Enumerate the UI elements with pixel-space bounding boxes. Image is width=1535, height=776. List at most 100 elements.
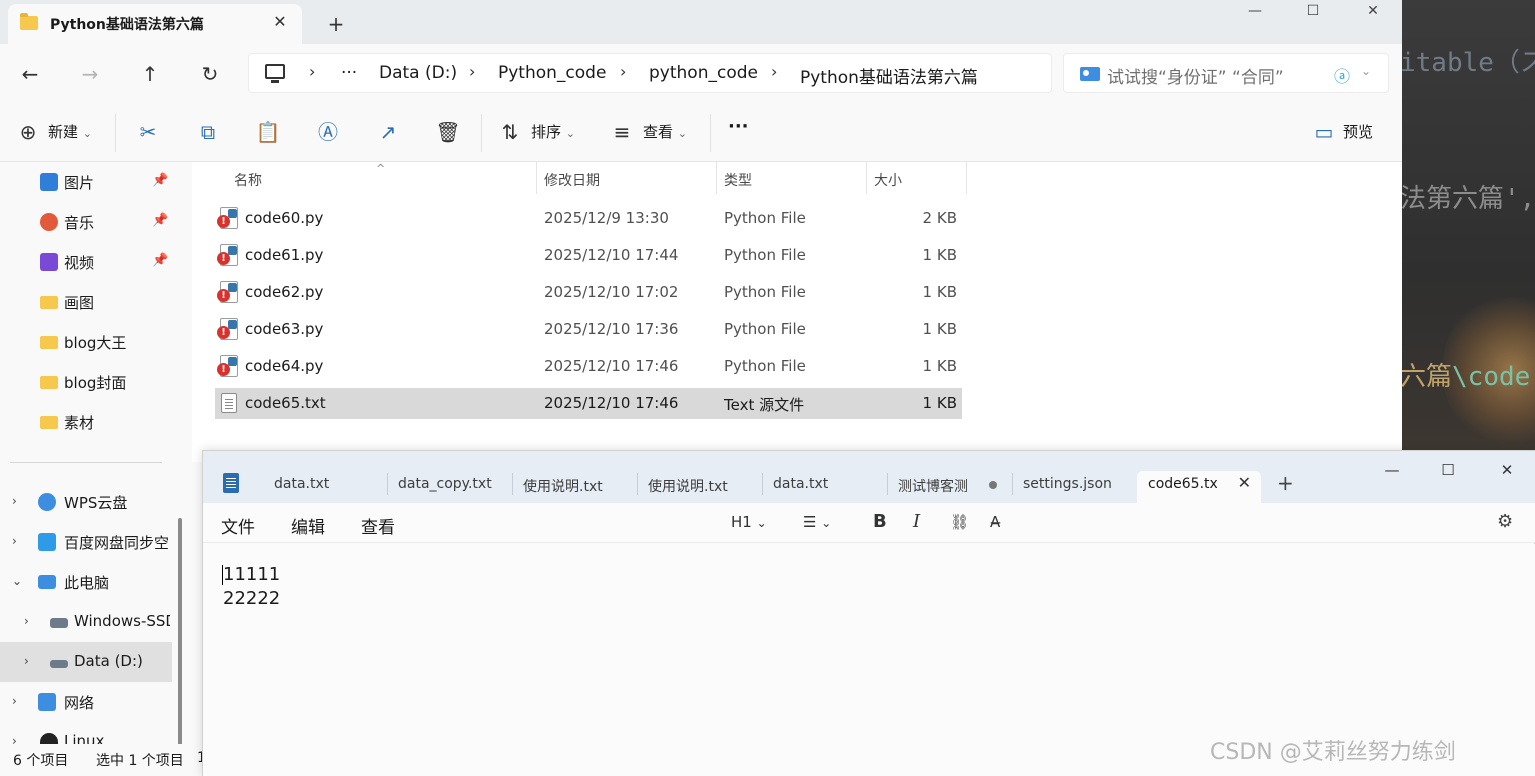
tab-blog-draft[interactable]: 测试博客测试 bbox=[887, 471, 1011, 503]
chevron-right-icon[interactable]: › bbox=[12, 694, 17, 708]
bold-button[interactable]: B bbox=[873, 511, 887, 532]
tab-data-txt[interactable]: data.txt bbox=[263, 471, 387, 503]
chevron-right-icon[interactable]: › bbox=[24, 654, 29, 668]
tab-close-icon[interactable]: ✕ bbox=[268, 10, 292, 34]
sidebar-item-linux[interactable]: › Linux bbox=[0, 722, 172, 744]
preview-pane-icon[interactable]: ▭ bbox=[1310, 118, 1338, 146]
breadcrumb-separator-icon[interactable]: › bbox=[309, 62, 315, 81]
maximize-button[interactable]: ☐ bbox=[1290, 0, 1336, 24]
sidebar-scrollbar[interactable] bbox=[178, 518, 182, 744]
pin-icon[interactable]: 📌 bbox=[152, 253, 168, 268]
maximize-button[interactable]: ☐ bbox=[1425, 459, 1471, 483]
chevron-down-icon[interactable]: ⌄ bbox=[1361, 64, 1371, 78]
delete-icon[interactable]: 🗑 bbox=[434, 118, 462, 146]
new-tab-button[interactable]: + bbox=[322, 10, 350, 38]
breadcrumb-more[interactable]: ··· bbox=[341, 63, 357, 83]
table-row[interactable]: code64.py 2025/12/10 17:46 Python File 1… bbox=[215, 351, 962, 382]
this-pc-icon[interactable] bbox=[265, 64, 285, 83]
table-row[interactable]: code61.py 2025/12/10 17:44 Python File 1… bbox=[215, 240, 962, 271]
up-button[interactable]: ↑ bbox=[135, 59, 165, 89]
rename-icon[interactable]: Ⓐ bbox=[314, 118, 342, 146]
copy-icon[interactable]: ⧉ bbox=[194, 118, 222, 146]
sidebar-item-pictures[interactable]: 图片 📌 bbox=[0, 162, 172, 202]
table-row[interactable]: code62.py 2025/12/10 17:02 Python File 1… bbox=[215, 277, 962, 308]
chevron-down-icon[interactable]: ⌄ bbox=[12, 574, 22, 588]
forward-button[interactable]: → bbox=[75, 59, 105, 89]
view-button[interactable]: 查看 ⌄ bbox=[643, 121, 687, 142]
breadcrumb-separator-icon[interactable]: › bbox=[469, 62, 475, 81]
menu-file[interactable]: 文件 bbox=[221, 513, 255, 538]
tab-data-copy-txt[interactable]: data_copy.txt bbox=[387, 471, 511, 503]
sort-icon[interactable]: ⇅ bbox=[496, 118, 524, 146]
chevron-right-icon[interactable]: › bbox=[12, 734, 17, 744]
minimize-button[interactable]: — bbox=[1232, 0, 1278, 24]
new-button[interactable]: 新建 ⌄ bbox=[48, 121, 92, 142]
tab-code65-txt[interactable]: code65.txt ✕ bbox=[1137, 471, 1261, 503]
menu-edit[interactable]: 编辑 bbox=[291, 513, 325, 538]
explorer-tab[interactable]: Python基础语法第六篇 ✕ bbox=[8, 4, 302, 44]
close-button[interactable]: ✕ bbox=[1484, 459, 1530, 483]
table-row[interactable]: code60.py 2025/12/9 13:30 Python File 2 … bbox=[215, 203, 962, 234]
sidebar-item-videos[interactable]: 视频 📌 bbox=[0, 242, 172, 282]
breadcrumb-item-current-folder[interactable]: Python基础语法第六篇 bbox=[800, 63, 978, 88]
share-icon[interactable]: ↗ bbox=[374, 118, 402, 146]
column-divider[interactable] bbox=[716, 162, 717, 194]
column-header-modified[interactable]: 修改日期 bbox=[544, 170, 600, 190]
chevron-right-icon[interactable]: › bbox=[24, 614, 29, 628]
heading-dropdown[interactable]: H1 ⌄ bbox=[731, 513, 767, 531]
cut-icon[interactable]: ✂ bbox=[134, 118, 162, 146]
sort-button[interactable]: 排序 ⌄ bbox=[531, 121, 575, 142]
new-icon[interactable]: ⊕ bbox=[14, 118, 42, 146]
column-header-name[interactable]: 名称 bbox=[234, 170, 262, 190]
tab-data-txt-2[interactable]: data.txt bbox=[762, 471, 886, 503]
sidebar-item-data-drive[interactable]: › Data (D:) bbox=[0, 642, 172, 682]
sidebar-item-windows-ssd[interactable]: › Windows-SSD bbox=[0, 602, 172, 642]
menu-view[interactable]: 查看 bbox=[361, 513, 395, 538]
sidebar-item-this-pc[interactable]: ⌄ 此电脑 bbox=[0, 562, 172, 602]
preview-button[interactable]: 预览 bbox=[1343, 121, 1373, 142]
breadcrumb-separator-icon[interactable]: › bbox=[771, 62, 777, 81]
new-tab-button[interactable]: + bbox=[1277, 471, 1294, 495]
refresh-button[interactable]: ↻ bbox=[195, 59, 225, 89]
sidebar-item-music[interactable]: 音乐 📌 bbox=[0, 202, 172, 242]
link-icon[interactable]: ⛓ bbox=[950, 513, 969, 531]
sidebar-item-blog-cover[interactable]: blog封面 bbox=[0, 362, 172, 402]
column-divider[interactable] bbox=[866, 162, 867, 194]
column-header-size[interactable]: 大小 bbox=[874, 170, 902, 190]
tab-instructions-txt[interactable]: 使用说明.txt bbox=[512, 471, 636, 503]
sidebar-item-wps-cloud[interactable]: › WPS云盘 bbox=[0, 482, 172, 522]
clear-formatting-icon[interactable]: A̶ bbox=[990, 513, 1000, 531]
more-options-button[interactable]: ··· bbox=[728, 116, 749, 137]
pin-icon[interactable]: 📌 bbox=[152, 213, 168, 228]
search-input[interactable]: 试试搜“身份证” “合同” ⓐ ⌄ bbox=[1063, 53, 1389, 93]
tab-settings-json[interactable]: settings.json bbox=[1012, 471, 1136, 503]
chevron-right-icon[interactable]: › bbox=[12, 534, 17, 548]
list-dropdown[interactable]: ☰ ⌄ bbox=[803, 513, 831, 531]
tab-instructions-txt-2[interactable]: 使用说明.txt bbox=[637, 471, 761, 503]
ai-search-icon[interactable]: ⓐ bbox=[1334, 63, 1350, 87]
chevron-right-icon[interactable]: › bbox=[12, 494, 17, 508]
breadcrumb-item-python-code-sub[interactable]: python_code bbox=[649, 63, 758, 83]
close-button[interactable]: ✕ bbox=[1350, 0, 1396, 24]
tab-close-icon[interactable]: ✕ bbox=[1238, 473, 1251, 492]
sidebar-item-blog-king[interactable]: blog大王 bbox=[0, 322, 172, 362]
sidebar-item-network[interactable]: › 网络 bbox=[0, 682, 172, 722]
breadcrumb-item-python-code[interactable]: Python_code bbox=[498, 63, 606, 83]
breadcrumb[interactable]: › ··· Data (D:) › Python_code › python_c… bbox=[248, 53, 1052, 93]
column-divider[interactable] bbox=[536, 162, 537, 194]
column-header-type[interactable]: 类型 bbox=[724, 170, 752, 190]
view-icon[interactable]: ≡ bbox=[608, 118, 636, 146]
minimize-button[interactable]: — bbox=[1369, 459, 1415, 483]
pin-icon[interactable]: 📌 bbox=[152, 173, 168, 188]
back-button[interactable]: ← bbox=[15, 59, 45, 89]
breadcrumb-separator-icon[interactable]: › bbox=[620, 62, 626, 81]
breadcrumb-item-data-drive[interactable]: Data (D:) bbox=[379, 63, 457, 83]
paste-icon[interactable]: 📋 bbox=[254, 118, 282, 146]
column-divider[interactable] bbox=[966, 162, 967, 194]
sidebar-item-materials[interactable]: 素材 bbox=[0, 402, 172, 442]
sidebar-item-paint[interactable]: 画图 bbox=[0, 282, 172, 322]
table-row[interactable]: code63.py 2025/12/10 17:36 Python File 1… bbox=[215, 314, 962, 345]
italic-button[interactable]: I bbox=[913, 511, 920, 532]
table-row-selected[interactable]: code65.txt 2025/12/10 17:46 Text 源文件 1 K… bbox=[215, 388, 962, 419]
sidebar-item-baidu-netdisk[interactable]: › 百度网盘同步空间 bbox=[0, 522, 172, 562]
